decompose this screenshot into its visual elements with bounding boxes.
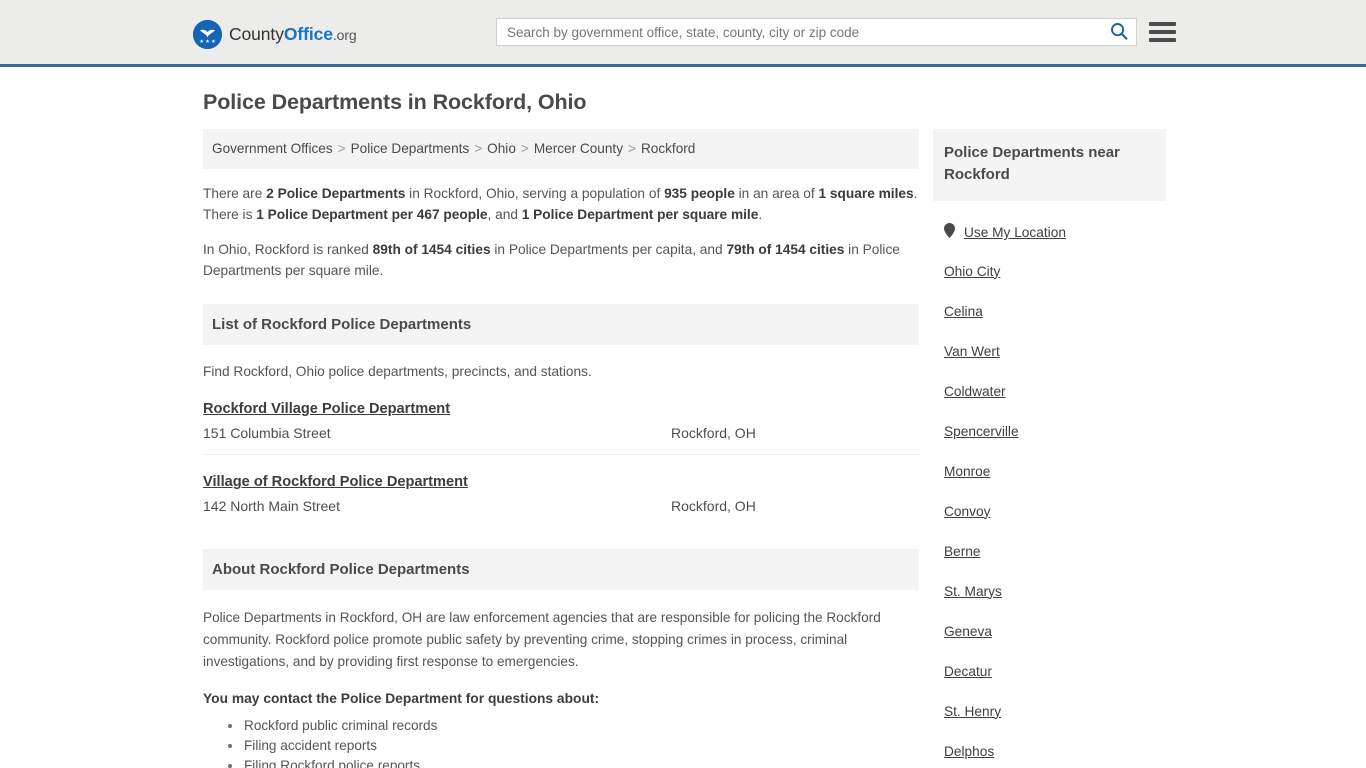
search-button[interactable] bbox=[1102, 19, 1136, 45]
brand-part-county: County bbox=[229, 24, 284, 44]
sidebar-heading: Police Departments near Rockford bbox=[933, 129, 1166, 201]
listing-address: 142 North Main Street bbox=[203, 498, 340, 515]
county-office-logo-icon bbox=[193, 20, 222, 49]
listing-city-state: Rockford, OH bbox=[671, 425, 756, 442]
nearby-city-link[interactable]: Monroe bbox=[944, 464, 990, 479]
breadcrumb-item[interactable]: Government Offices bbox=[212, 141, 333, 156]
about-bullet-item: Filing accident reports bbox=[225, 736, 919, 756]
about-bullet-item: Rockford public criminal records bbox=[225, 716, 919, 736]
use-my-location-label[interactable]: Use My Location bbox=[964, 225, 1066, 240]
intro-paragraph-1: There are 2 Police Departments in Rockfo… bbox=[203, 183, 919, 225]
breadcrumb-separator: > bbox=[337, 141, 346, 156]
search-icon bbox=[1110, 22, 1128, 43]
listing-address: 151 Columbia Street bbox=[203, 425, 331, 442]
site-header: CountyOffice.org bbox=[0, 0, 1366, 67]
nearby-city-item: Ohio City bbox=[933, 263, 1166, 281]
use-my-location-row[interactable]: Use My Location bbox=[944, 222, 1166, 243]
sidebar: Police Departments near Rockford Use My … bbox=[933, 129, 1166, 768]
plain-text: In Ohio, Rockford is ranked bbox=[203, 242, 373, 258]
content-columns: Government Offices > Police Departments > Oh… bbox=[203, 129, 1173, 768]
nearby-city-link[interactable]: Berne bbox=[944, 544, 981, 559]
nearby-city-item: St. Marys bbox=[933, 583, 1166, 601]
nearby-city-link[interactable]: Spencerville bbox=[944, 424, 1019, 439]
nearby-city-link[interactable]: Van Wert bbox=[944, 344, 1000, 359]
listing-name-link[interactable]: Village of Rockford Police Department bbox=[203, 474, 468, 490]
nearby-city-item: Berne bbox=[933, 543, 1166, 561]
menu-bar-3 bbox=[1149, 37, 1176, 42]
plain-text: There are bbox=[203, 185, 267, 201]
about-bullet-item: Filing Rockford police reports bbox=[225, 756, 919, 768]
nearby-city-link[interactable]: Ohio City bbox=[944, 264, 1000, 279]
nearby-city-link[interactable]: St. Marys bbox=[944, 584, 1002, 599]
nearby-city-link[interactable]: Decatur bbox=[944, 664, 992, 679]
about-section-heading: About Rockford Police Departments bbox=[203, 549, 919, 591]
search-bar bbox=[496, 18, 1137, 46]
list-section-heading: List of Rockford Police Departments bbox=[203, 303, 919, 345]
list-section-subtitle: Find Rockford, Ohio police departments, … bbox=[203, 363, 592, 379]
breadcrumb-separator: > bbox=[628, 141, 636, 156]
nearby-city-link[interactable]: Geneva bbox=[944, 624, 992, 639]
police-department-listing: Rockford Village Police Department 151 Co… bbox=[203, 382, 919, 454]
nearby-city-item: Celina bbox=[933, 303, 1166, 321]
nearby-cities-list: Ohio City Celina Van Wert Coldwater Spencerv… bbox=[933, 263, 1166, 768]
nearby-city-item: Van Wert bbox=[933, 343, 1166, 361]
nearby-city-item: St. Henry bbox=[933, 703, 1166, 721]
breadcrumb-separator: > bbox=[520, 141, 529, 156]
breadcrumb-item[interactable]: Rockford bbox=[641, 141, 695, 156]
nearby-city-item: Monroe bbox=[933, 463, 1166, 481]
listing-detail-row: 142 North Main Street Rockford, OH bbox=[203, 498, 919, 514]
plain-text: in an area of bbox=[734, 185, 819, 201]
map-pin-icon bbox=[944, 222, 955, 243]
intro-paragraph-2: In Ohio, Rockford is ranked 89th of 1454… bbox=[203, 239, 919, 281]
listing-detail-row: 151 Columbia Street Rockford, OH bbox=[203, 425, 919, 441]
breadcrumb-separator: > bbox=[474, 141, 483, 156]
plain-text: , and bbox=[487, 206, 522, 222]
plain-text: in Police Departments per capita, and bbox=[490, 242, 727, 258]
nearby-city-item: Delphos bbox=[933, 743, 1166, 761]
listing-city-state: Rockford, OH bbox=[671, 498, 756, 515]
about-body-text: Police Departments in Rockford, OH are l… bbox=[203, 610, 881, 670]
police-department-list: Rockford Village Police Department 151 Co… bbox=[203, 382, 919, 527]
brand-part-org: .org bbox=[332, 27, 357, 43]
breadcrumb-item[interactable]: Ohio bbox=[487, 141, 516, 156]
nearby-city-link[interactable]: St. Henry bbox=[944, 704, 1001, 719]
about-bullet-list: Rockford public criminal records Filing a… bbox=[203, 716, 919, 768]
plain-text: . bbox=[758, 206, 763, 222]
site-brand-text: CountyOffice.org bbox=[229, 24, 357, 45]
page-body: Police Departments in Rockford, Ohio Gov… bbox=[0, 90, 1366, 768]
breadcrumb: Government Offices > Police Departments > Oh… bbox=[203, 129, 919, 169]
search-input[interactable] bbox=[497, 19, 1102, 45]
emphasis-text: 1 Police Department per 467 people bbox=[256, 206, 488, 222]
listing-name-link[interactable]: Rockford Village Police Department bbox=[203, 401, 450, 417]
breadcrumb-item[interactable]: Mercer County bbox=[534, 141, 623, 156]
emphasis-text: 1 Police Department per square mile bbox=[521, 206, 759, 222]
main-column: Government Offices > Police Departments > Oh… bbox=[203, 129, 919, 768]
page-title: Police Departments in Rockford, Ohio bbox=[203, 90, 587, 114]
nearby-city-item: Decatur bbox=[933, 663, 1166, 681]
menu-bar-2 bbox=[1149, 29, 1176, 34]
breadcrumb-item[interactable]: Police Departments bbox=[351, 141, 470, 156]
police-department-listing: Village of Rockford Police Department 142… bbox=[203, 454, 919, 527]
menu-bar-1 bbox=[1149, 21, 1176, 26]
brand-part-office: Office bbox=[283, 24, 333, 44]
emphasis-text: 935 people bbox=[664, 185, 735, 201]
emphasis-text: 1 square miles bbox=[818, 185, 914, 201]
nearby-city-item: Coldwater bbox=[933, 383, 1166, 401]
about-lead-text: You may contact the Police Department fo… bbox=[203, 691, 600, 707]
emphasis-text: 79th of 1454 cities bbox=[726, 242, 845, 258]
site-logo-link[interactable]: CountyOffice.org bbox=[193, 20, 357, 49]
plain-text: in Rockford, Ohio, serving a population … bbox=[405, 185, 665, 201]
nearby-city-item: Spencerville bbox=[933, 423, 1166, 441]
nearby-city-item: Convoy bbox=[933, 503, 1166, 521]
nearby-city-link[interactable]: Convoy bbox=[944, 504, 990, 519]
emphasis-text: 2 Police Departments bbox=[266, 185, 406, 201]
emphasis-text: 89th of 1454 cities bbox=[372, 242, 491, 258]
hamburger-menu-icon[interactable] bbox=[1149, 18, 1176, 45]
nearby-city-item: Geneva bbox=[933, 623, 1166, 641]
nearby-city-link[interactable]: Delphos bbox=[944, 744, 994, 759]
nearby-city-link[interactable]: Celina bbox=[944, 304, 983, 319]
nearby-city-link[interactable]: Coldwater bbox=[944, 384, 1006, 399]
